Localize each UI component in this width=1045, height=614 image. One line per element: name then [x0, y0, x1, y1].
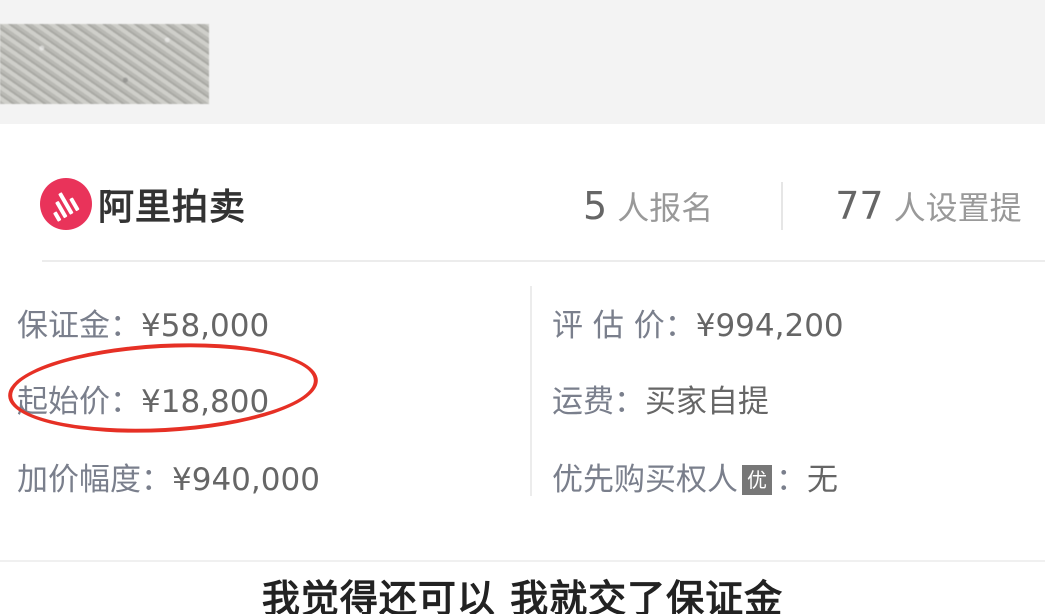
shipping-label: 运费：: [552, 384, 645, 420]
signups-label: 人报名: [617, 189, 714, 227]
card-bottom-divider: [0, 560, 1045, 562]
deposit-label: 保证金：: [17, 308, 141, 344]
reminders-count: 77: [835, 184, 884, 228]
screenshot-stage: 阿里拍卖 5 人报名 77 人设置提 保证金：¥58,000 起始价：¥18,8…: [0, 0, 1045, 614]
appraisal-label: 评 估 价：: [552, 308, 696, 344]
auction-gavel-icon: [40, 178, 92, 230]
item-thumbnail[interactable]: [0, 24, 209, 104]
appraisal-value: ¥994,200: [695, 308, 844, 344]
deposit-value: ¥58,000: [141, 308, 270, 344]
video-subtitle: 我觉得还可以 我就交了保证金: [261, 577, 784, 614]
priority-buyer-sep: ：: [776, 462, 807, 498]
priority-buyer-row: 优先购买权人优：无: [552, 454, 838, 499]
column-divider: [530, 286, 532, 496]
brand-name: 阿里拍卖: [98, 187, 247, 228]
top-image-strip: [0, 0, 1045, 124]
starting-price-highlight-circle: [5, 335, 321, 441]
auction-info-card: 阿里拍卖 5 人报名 77 人设置提 保证金：¥58,000 起始价：¥18,8…: [0, 124, 1045, 562]
signups-count: 5: [583, 184, 608, 228]
shipping-value: 买家自提: [645, 384, 769, 420]
shipping-row: 运费：买家自提: [552, 376, 769, 421]
increment-label: 加价幅度：: [17, 462, 172, 498]
increment-value: ¥940,000: [172, 462, 320, 498]
priority-badge-icon[interactable]: 优: [742, 465, 772, 495]
priority-buyer-label: 优先购买权人: [552, 462, 738, 498]
stats-divider: [781, 182, 784, 230]
priority-buyer-value: 无: [807, 462, 838, 498]
increment-row: 加价幅度：¥940,000: [17, 454, 320, 499]
appraisal-row: 评 估 价：¥994,200: [552, 300, 844, 345]
header-divider: [42, 260, 1045, 262]
brand-header[interactable]: 阿里拍卖: [40, 178, 246, 230]
deposit-row: 保证金：¥58,000: [17, 300, 269, 345]
auction-stats: 5 人报名 77 人设置提: [583, 182, 1022, 230]
reminders-label: 人设置提: [893, 189, 1022, 227]
